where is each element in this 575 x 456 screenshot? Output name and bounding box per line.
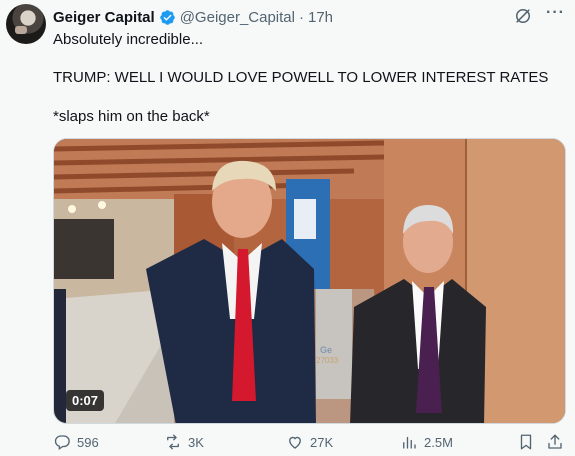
more-icon[interactable]: ··· (546, 4, 565, 22)
author-name[interactable]: Geiger Capital (53, 9, 155, 26)
repost-button[interactable]: 3K (164, 433, 204, 451)
views-button[interactable]: 2.5M (400, 433, 453, 451)
bookmark-button[interactable] (517, 433, 535, 451)
tweet-header: Geiger Capital @Geiger_Capital · 17h ··· (53, 4, 565, 28)
views-count: 2.5M (424, 434, 453, 450)
avatar[interactable] (6, 4, 46, 44)
repost-icon (167, 434, 179, 450)
share-button[interactable] (546, 433, 564, 451)
separator-dot: · (299, 8, 304, 26)
timestamp[interactable]: 17h (308, 9, 333, 26)
tweet-text-line: TRUMP: WELL I WOULD LOVE POWELL TO LOWER… (53, 69, 549, 86)
repost-count: 3K (188, 434, 204, 450)
video-duration: 0:07 (66, 390, 105, 411)
reply-button[interactable]: 596 (53, 433, 99, 451)
tweet-text-line: Absolutely incredible... (53, 31, 204, 48)
like-count: 27K (310, 434, 334, 450)
like-button[interactable]: 27K (286, 433, 333, 451)
author-handle[interactable]: @Geiger_Capital (180, 9, 295, 26)
bookmark-icon (520, 434, 532, 450)
video-player[interactable]: Ge 27033 0:07 (53, 138, 566, 424)
reply-icon (54, 435, 70, 451)
video-frame-image: Ge 27033 (54, 139, 565, 423)
grok-icon[interactable] (513, 6, 533, 26)
share-icon (548, 434, 562, 449)
reply-count: 596 (77, 434, 99, 450)
action-bar: 596 3K 27K 2.5M (53, 433, 567, 453)
views-icon (403, 436, 416, 449)
like-icon (289, 436, 301, 449)
verified-badge-icon (159, 9, 175, 25)
tweet-text-line: *slaps him on the back* (53, 108, 210, 125)
